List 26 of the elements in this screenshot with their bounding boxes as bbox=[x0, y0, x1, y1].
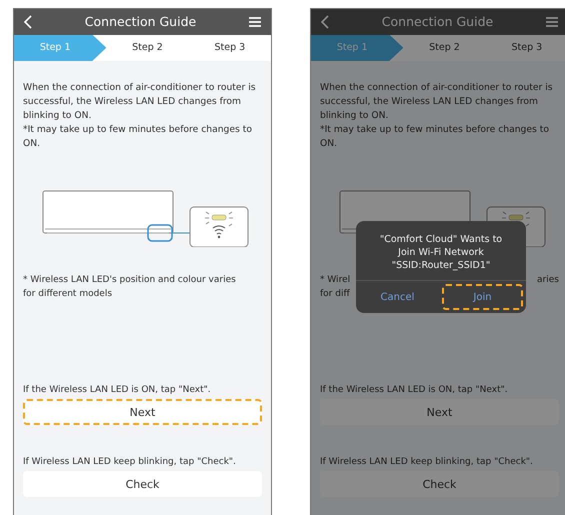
instruction-text: If Wireless LAN LED keep blinking, tap "Check". bbox=[320, 457, 534, 467]
note-text: *It may take up to few minutes before changes to ON. bbox=[320, 123, 550, 151]
back-icon bbox=[24, 14, 32, 29]
footnote-text: aries bbox=[537, 274, 559, 287]
instruction-text: If the Wireless LAN LED is ON, tap "Next". bbox=[320, 385, 509, 395]
footnote-text: for diff bbox=[320, 288, 350, 301]
action-button[interactable]: Next bbox=[320, 399, 559, 425]
dialog-message: "Comfort Cloud" Wants to Join Wi-Fi Network "SSID:Router_SSID1" bbox=[378, 233, 504, 273]
action-button[interactable]: Next bbox=[23, 399, 262, 425]
back-icon bbox=[321, 14, 329, 29]
note-text: *It may take up to few minutes before changes to ON. bbox=[23, 123, 253, 151]
instruction-text: If the Wireless LAN LED is ON, tap "Next". bbox=[23, 385, 212, 395]
dialog-button[interactable]: Join bbox=[442, 284, 523, 310]
footnote-text: * Wirel bbox=[320, 274, 350, 287]
instruction-text: If Wireless LAN LED keep blinking, tap "Check". bbox=[23, 457, 237, 467]
action-button[interactable]: Check bbox=[320, 471, 559, 497]
intro-text: When the connection of air-conditioner to router is successful, the Wireless LAN LED changes from blinking to ON. bbox=[23, 81, 257, 123]
screen-title: Connection Guide bbox=[382, 14, 494, 30]
screen-title: Connection Guide bbox=[84, 14, 196, 30]
footnote-text: for different models bbox=[23, 288, 112, 301]
action-button[interactable]: Check bbox=[23, 471, 262, 497]
footnote-text: * Wireless LAN LED's position and colour varies bbox=[23, 274, 236, 287]
intro-text: When the connection of air-conditioner to router is successful, the Wireless LAN LED changes from blinking to ON. bbox=[320, 81, 554, 123]
menu-icon bbox=[248, 16, 261, 27]
dialog-button[interactable]: Cancel bbox=[359, 284, 436, 310]
menu-icon bbox=[546, 16, 558, 27]
